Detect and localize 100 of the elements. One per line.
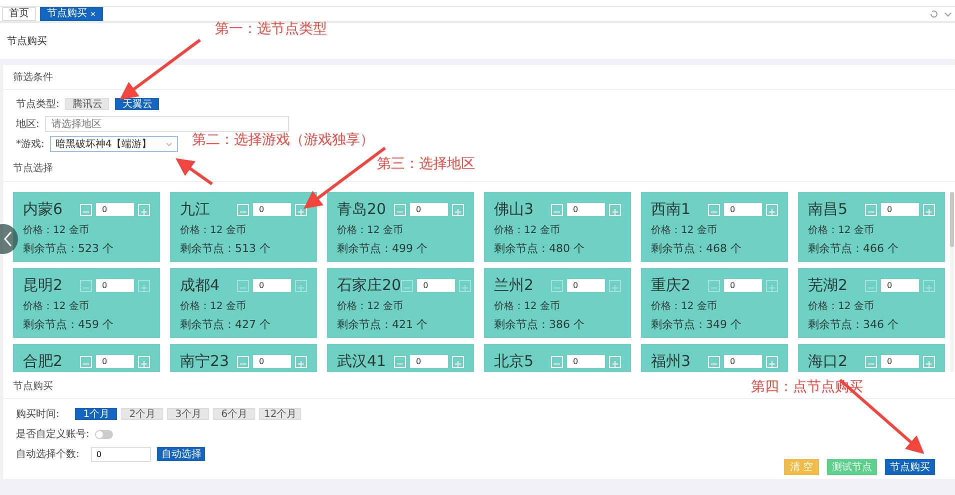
plus-icon (453, 206, 463, 216)
node-price: 价格：12 金币 (180, 224, 247, 237)
quantity-field[interactable]: 0 (881, 203, 919, 216)
node-name: 合肥2 (23, 352, 63, 371)
node-name: 南昌5 (808, 200, 848, 219)
minus-button[interactable] (80, 356, 92, 368)
plus-icon (610, 358, 620, 368)
plus-icon (453, 358, 463, 368)
minus-button[interactable] (865, 356, 877, 368)
quantity-field[interactable]: 0 (724, 203, 762, 216)
refresh-icon[interactable] (929, 9, 939, 19)
node-price: 价格：12 金币 (808, 224, 875, 237)
auto-select-button[interactable]: 自动选择 (157, 447, 206, 461)
plus-icon (296, 282, 306, 292)
annotation-text: 第二：选择游戏（游戏独享） (192, 131, 374, 149)
plus-button[interactable] (138, 356, 150, 368)
duration-option[interactable]: 6个月 (213, 408, 256, 420)
scrollbar[interactable] (950, 192, 954, 372)
plus-icon (296, 206, 306, 216)
plus-button[interactable] (923, 204, 935, 216)
plus-button[interactable] (138, 204, 150, 216)
count-field[interactable]: 0 (91, 446, 152, 462)
minus-button[interactable] (551, 204, 563, 216)
node-name: 九江 (180, 200, 210, 219)
plus-icon (610, 282, 620, 292)
plus-icon (924, 358, 934, 368)
minus-button[interactable] (394, 204, 406, 216)
close-icon[interactable] (90, 11, 96, 17)
annotation-arrow (176, 158, 213, 186)
plus-button[interactable] (452, 356, 464, 368)
action-button[interactable]: 节点购买 (885, 459, 935, 475)
minus-button[interactable] (865, 204, 877, 216)
section-title: 筛选条件 (13, 70, 53, 84)
chevron-down-icon (165, 140, 174, 148)
field-label: 购买时间: (16, 408, 60, 421)
node-price: 价格：12 金币 (23, 224, 90, 237)
quantity-field[interactable]: 0 (253, 203, 291, 216)
node-name: 佛山3 (494, 200, 534, 219)
node-name: 青岛20 (337, 200, 386, 219)
field-label: 自动选择个数: (16, 448, 80, 461)
duration-option[interactable]: 12个月 (259, 408, 302, 420)
node-remaining: 剩余节点：523 个 (23, 241, 114, 256)
minus-button[interactable] (394, 356, 406, 368)
quantity-field[interactable]: 0 (881, 355, 919, 368)
duration-option[interactable]: 2个月 (121, 408, 164, 420)
plus-button[interactable] (295, 204, 307, 216)
plus-button[interactable] (766, 204, 778, 216)
node-price: 价格：12 金币 (23, 300, 90, 313)
plus-button[interactable] (609, 356, 621, 368)
minus-button[interactable] (80, 204, 92, 216)
page-title: 节点购买 (7, 34, 47, 48)
node-name: 昆明2 (23, 276, 63, 295)
field-label: 地区: (16, 118, 40, 131)
node-remaining: 剩余节点：421 个 (337, 317, 428, 332)
node-remaining: 剩余节点：513 个 (180, 241, 272, 256)
plus-button[interactable] (766, 356, 778, 368)
quantity-field[interactable]: 0 (96, 203, 134, 216)
annotation-text: 第三：选择地区 (377, 155, 475, 173)
node-type-option[interactable]: 天翼云 (115, 98, 160, 110)
quantity-field[interactable]: 0 (567, 203, 605, 216)
plus-icon (139, 282, 149, 292)
node-name: 武汉41 (337, 352, 386, 371)
duration-option[interactable]: 1个月 (75, 408, 118, 420)
duration-option[interactable]: 3个月 (167, 408, 210, 420)
quantity-field[interactable]: 0 (410, 355, 448, 368)
node-price: 价格：12 金币 (337, 224, 404, 237)
toggle-switch[interactable] (95, 430, 114, 438)
quantity-field[interactable]: 0 (567, 355, 605, 368)
node-remaining: 剩余节点：349 个 (651, 317, 742, 332)
minus-button[interactable] (708, 204, 720, 216)
region-field[interactable]: 请选择地区 (45, 116, 290, 132)
minus-button[interactable] (551, 356, 563, 368)
quantity-field[interactable]: 0 (96, 355, 134, 368)
tab[interactable]: 首页 (2, 7, 36, 21)
plus-button[interactable] (923, 356, 935, 368)
minus-button[interactable] (237, 204, 249, 216)
minus-button[interactable] (708, 356, 720, 368)
node-name: 内蒙6 (23, 200, 63, 219)
plus-icon (296, 358, 306, 368)
game-select[interactable]: 暗黑破坏神4【端游】 (50, 136, 178, 152)
node-type-option[interactable]: 腾讯云 (65, 98, 110, 110)
plus-icon (139, 358, 149, 368)
quantity-field[interactable]: 0 (253, 355, 291, 368)
minus-button[interactable] (237, 356, 249, 368)
plus-button[interactable] (452, 204, 464, 216)
section-title: 节点购买 (13, 380, 53, 393)
node-name: 南宁23 (180, 352, 230, 371)
plus-icon (924, 282, 934, 292)
node-name: 重庆2 (651, 276, 691, 295)
plus-button[interactable] (609, 204, 621, 216)
plus-button[interactable] (295, 356, 307, 368)
quantity-field[interactable]: 0 (410, 203, 448, 216)
section-title: 节点选择 (13, 162, 53, 175)
plus-icon (139, 206, 149, 216)
tab[interactable]: 节点购买 (40, 7, 103, 21)
plus-icon (460, 282, 470, 292)
quantity-field[interactable]: 0 (724, 355, 762, 368)
node-price: 价格：12 金币 (337, 300, 404, 313)
plus-icon (924, 206, 934, 216)
node-price: 价格：12 金币 (494, 300, 561, 313)
